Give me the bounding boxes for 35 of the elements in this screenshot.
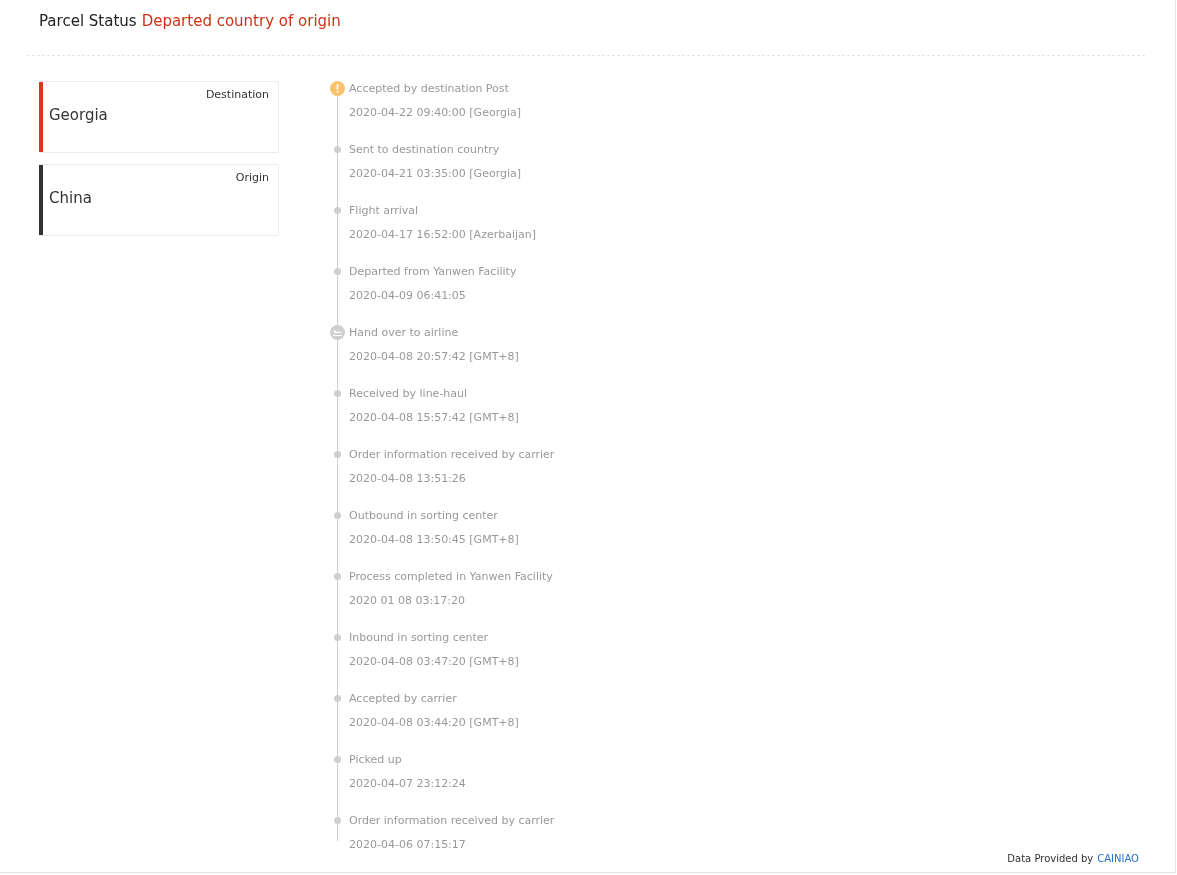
card-label: Destination xyxy=(205,88,269,101)
event-title: Departed from Yanwen Facility xyxy=(349,264,517,279)
country-name: Georgia xyxy=(49,106,108,124)
status-text: Departed country of origin xyxy=(141,11,341,31)
event-time: 2020 01 08 03:17:20 xyxy=(349,593,465,608)
provider-logo: CAINIAO xyxy=(1097,853,1139,864)
event-time: 2020-04-08 03:47:20 [GMT+8] xyxy=(349,654,519,669)
event-title: Process completed in Yanwen Facility xyxy=(349,569,553,584)
card-label: Origin xyxy=(235,171,269,184)
footer-text: Data Provided by xyxy=(1007,853,1094,864)
event-title: Flight arrival xyxy=(349,203,419,218)
event-title: Inbound in sorting center xyxy=(349,630,489,645)
event-time: 2020-04-08 13:51:26 xyxy=(349,471,466,486)
alert-icon xyxy=(330,81,345,96)
event-time: 2020-04-09 06:41:05 xyxy=(349,288,466,303)
event-title: Received by line-haul xyxy=(349,386,468,401)
event-time: 2020-04-06 07:15:17 xyxy=(349,837,466,852)
event-time: 2020-04-08 13:50:45 [GMT+8] xyxy=(349,532,519,547)
page-title: Parcel Status xyxy=(39,11,137,31)
event-time: 2020-04-08 15:57:42 [GMT+8] xyxy=(349,410,519,425)
event-title: Picked up xyxy=(349,752,402,767)
event-title: Accepted by destination Post xyxy=(349,81,509,96)
event-title: Accepted by carrier xyxy=(349,691,457,706)
event-time: 2020-04-07 23:12:24 xyxy=(349,776,466,791)
event-title: Order information received by carrier xyxy=(349,813,555,828)
event-time: 2020-04-08 20:57:42 [GMT+8] xyxy=(349,349,519,364)
event-title: Sent to destination country xyxy=(349,142,500,157)
country-name: China xyxy=(49,189,92,207)
event-title: Outbound in sorting center xyxy=(349,508,498,523)
event-time: 2020-04-21 03:35:00 [Georgia] xyxy=(349,166,522,181)
event-time: 2020-04-08 03:44:20 [GMT+8] xyxy=(349,715,519,730)
event-time: 2020-04-22 09:40:00 [Georgia] xyxy=(349,105,522,120)
event-title: Hand over to airline xyxy=(349,325,459,340)
event-time: 2020-04-17 16:52:00 [Azerbaijan] xyxy=(349,227,537,242)
event-title: Order information received by carrier xyxy=(349,447,555,462)
